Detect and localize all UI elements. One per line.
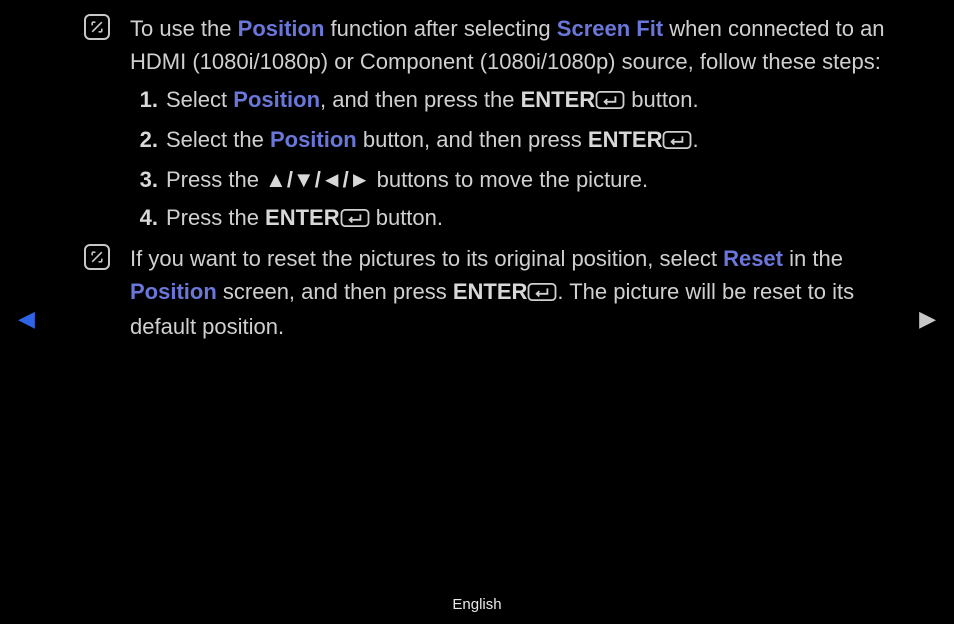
text: screen, and then press [217, 279, 453, 304]
enter-icon [662, 125, 692, 158]
text: buttons to move the picture. [370, 167, 648, 192]
enter-icon [595, 85, 625, 118]
text: To use the [130, 16, 238, 41]
keyword-position: Position [238, 16, 325, 41]
keyword-enter: ENTER [265, 205, 340, 230]
text: Select the [166, 127, 270, 152]
steps-list: 1. Select Position, and then press the E… [130, 83, 894, 236]
step-3: 3. Press the ▲/▼/◄/► buttons to move the… [166, 163, 894, 196]
step-number: 1. [130, 83, 158, 116]
step-2: 2. Select the Position button, and then … [166, 123, 894, 158]
note-icon [84, 244, 110, 270]
keyword-enter: ENTER [453, 279, 528, 304]
step-number: 4. [130, 201, 158, 234]
enter-icon [527, 277, 557, 310]
step-1: 1. Select Position, and then press the E… [166, 83, 894, 118]
step-number: 3. [130, 163, 158, 196]
text: Press the [166, 167, 265, 192]
enter-icon [340, 203, 370, 236]
keyword-screen-fit: Screen Fit [557, 16, 663, 41]
text: , and then press the [320, 87, 521, 112]
note-block-2: If you want to reset the pictures to its… [130, 242, 894, 343]
keyword-position: Position [233, 87, 320, 112]
nav-prev-icon[interactable]: ◀ [18, 302, 35, 335]
keyword-reset: Reset [723, 246, 783, 271]
text: button. [370, 205, 443, 230]
nav-next-icon[interactable]: ▶ [919, 302, 936, 335]
text: . [692, 127, 698, 152]
manual-page: To use the Position function after selec… [0, 0, 954, 624]
text: button, and then press [357, 127, 588, 152]
keyword-position: Position [130, 279, 217, 304]
arrow-buttons: ▲/▼/◄/► [265, 167, 370, 192]
text: function after selecting [324, 16, 556, 41]
note-text-2: If you want to reset the pictures to its… [130, 242, 894, 343]
step-number: 2. [130, 123, 158, 156]
keyword-position: Position [270, 127, 357, 152]
keyword-enter: ENTER [588, 127, 663, 152]
text: button. [625, 87, 698, 112]
footer-language: English [0, 594, 954, 617]
text: in the [783, 246, 843, 271]
note-icon [84, 14, 110, 40]
step-4: 4. Press the ENTER button. [166, 201, 894, 236]
text: If you want to reset the pictures to its… [130, 246, 723, 271]
text: Press the [166, 205, 265, 230]
note-block-1: To use the Position function after selec… [130, 12, 894, 236]
note-text-1: To use the Position function after selec… [130, 12, 894, 78]
keyword-enter: ENTER [521, 87, 596, 112]
text: Select [166, 87, 233, 112]
